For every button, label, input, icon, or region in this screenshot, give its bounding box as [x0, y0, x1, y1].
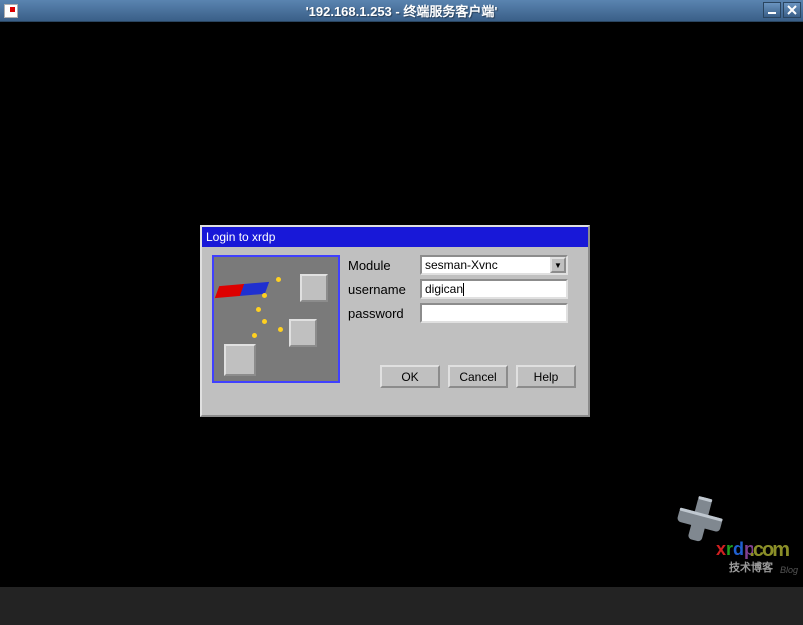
login-illustration [212, 255, 340, 383]
window-titlebar: '192.168.1.253 - 终端服务客户端' [0, 0, 803, 22]
username-input[interactable]: digican [420, 279, 568, 299]
dialog-titlebar: Login to xrdp [202, 227, 588, 247]
module-value: sesman-Xvnc [425, 258, 498, 272]
password-input[interactable] [420, 303, 568, 323]
password-label: password [348, 306, 420, 321]
close-button[interactable] [783, 2, 801, 18]
dialog-title: Login to xrdp [206, 230, 275, 244]
window-title: '192.168.1.253 - 终端服务客户端' [306, 1, 498, 20]
username-label: username [348, 282, 420, 297]
module-label: Module [348, 258, 420, 273]
window-controls [763, 2, 801, 18]
ok-button[interactable]: OK [380, 365, 440, 388]
watermark-blog: Blog [780, 565, 798, 575]
login-dialog: Login to xrdp Module sesman-Xvnc ▼ [200, 225, 590, 417]
broken-image-icon [4, 4, 18, 18]
watermark-subtitle: 技术博客 [729, 559, 773, 575]
text-caret [463, 283, 464, 296]
svg-text:xrdp: xrdp [716, 539, 753, 559]
cancel-button[interactable]: Cancel [448, 365, 508, 388]
module-dropdown[interactable]: sesman-Xvnc ▼ [420, 255, 568, 275]
remote-desktop-viewport: Login to xrdp Module sesman-Xvnc ▼ [0, 22, 803, 587]
help-button[interactable]: Help [516, 365, 576, 388]
minimize-button[interactable] [763, 2, 781, 18]
xrdp-logo-icon: xrdp [673, 492, 753, 567]
chevron-down-icon[interactable]: ▼ [550, 257, 566, 273]
watermark: xrdp .com 技术博客 Blog [673, 492, 753, 567]
username-value: digican [425, 282, 463, 296]
